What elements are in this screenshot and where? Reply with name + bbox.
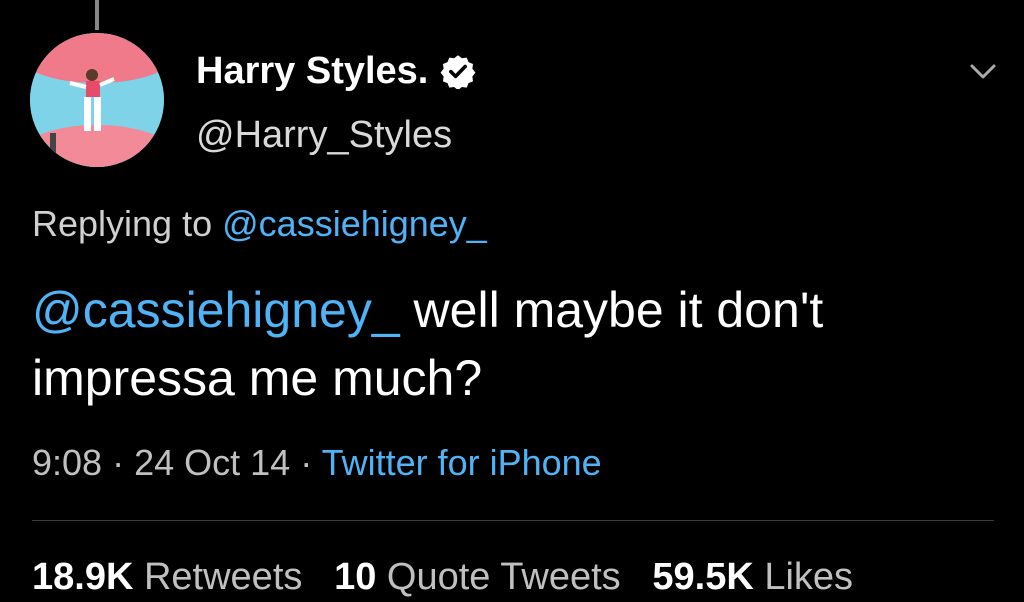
meta-separator: ·: [300, 442, 313, 483]
likes-count: 59.5K: [652, 556, 754, 598]
tweet-meta: 9:08 · 24 Oct 14 · Twitter for iPhone: [32, 438, 602, 488]
author-handle[interactable]: @Harry_Styles: [196, 110, 452, 160]
replying-to-handle-link[interactable]: @cassiehigney_: [222, 203, 487, 244]
author-display-name[interactable]: Harry Styles.: [196, 46, 428, 96]
tweet-source-link[interactable]: Twitter for iPhone: [322, 442, 602, 483]
author-display-name-row[interactable]: Harry Styles.: [196, 46, 476, 96]
tweet-text: @cassiehigney_ well maybe it don't impre…: [32, 276, 992, 412]
avatar-image: [30, 33, 164, 167]
chevron-down-icon[interactable]: [966, 58, 1000, 86]
retweets-stat[interactable]: 18.9K Retweets: [32, 556, 302, 598]
meta-separator: ·: [112, 442, 125, 483]
tweet-stats: 18.9K Retweets 10 Quote Tweets 59.5K Lik…: [32, 552, 853, 602]
thread-line: [95, 0, 99, 30]
replying-to-line: Replying to @cassiehigney_: [32, 200, 487, 248]
divider: [32, 520, 994, 521]
replying-to-prefix: Replying to: [32, 203, 213, 244]
retweets-count: 18.9K: [32, 556, 134, 598]
verified-badge-icon: [440, 55, 476, 89]
tweet-time[interactable]: 9:08: [32, 442, 102, 483]
retweets-label: Retweets: [143, 556, 303, 598]
avatar[interactable]: [30, 33, 164, 167]
mention-link[interactable]: @cassiehigney_: [32, 282, 400, 338]
likes-label: Likes: [764, 556, 854, 598]
quote-tweets-count: 10: [334, 556, 377, 598]
quote-tweets-label: Quote Tweets: [386, 556, 621, 598]
tweet-date[interactable]: 24 Oct 14: [134, 442, 290, 483]
quote-tweets-stat[interactable]: 10 Quote Tweets: [334, 556, 621, 598]
likes-stat[interactable]: 59.5K Likes: [652, 556, 853, 598]
